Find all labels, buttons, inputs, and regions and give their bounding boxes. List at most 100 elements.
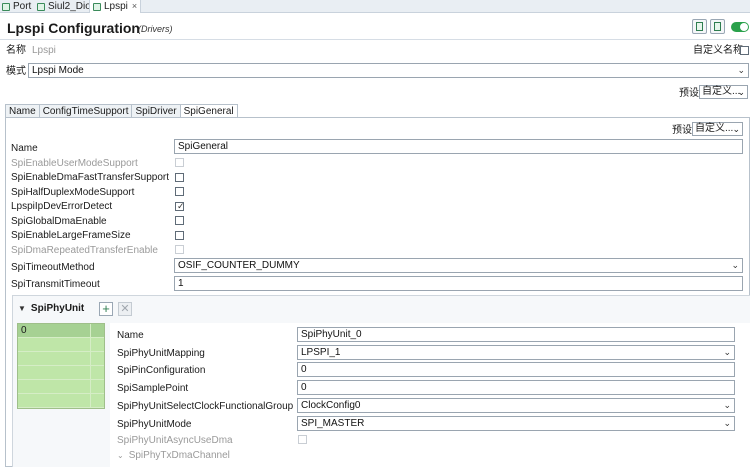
file-icon: [93, 2, 101, 11]
file-icon: [2, 2, 10, 11]
editor-tab-label: Siul2_Dio: [48, 1, 91, 12]
phy-mapping-value: LPSPI_1: [301, 347, 341, 358]
preset-select[interactable]: 自定义... ⌄: [699, 85, 748, 99]
timeout-method-label: SpiTimeoutMethod: [11, 262, 95, 273]
file-icon: [37, 2, 45, 11]
checkbox-user-mode-support: [175, 158, 184, 167]
chevron-down-icon: ⌄: [117, 451, 124, 460]
document-button[interactable]: [692, 19, 707, 34]
param-label-dma-fast-transfer: SpiEnableDmaFastTransferSupport: [11, 172, 170, 183]
section-tab-bar: Name ConfigTimeSupport SpiDriver SpiGene…: [5, 104, 238, 118]
chevron-down-icon: ⌄: [732, 124, 740, 134]
phy-sample-point-label: SpiSamplePoint: [117, 383, 189, 394]
list-item[interactable]: 0: [18, 324, 104, 338]
add-button[interactable]: +: [99, 302, 113, 316]
param-label-user-mode-support: SpiEnableUserModeSupport: [11, 158, 138, 169]
phy-unit-header[interactable]: ▼ SpiPhyUnit: [18, 303, 84, 314]
timeout-method-select[interactable]: OSIF_COUNTER_DUMMY ⌄: [174, 258, 743, 273]
list-item-empty: [18, 366, 104, 380]
mode-value: Lpspi Mode: [32, 65, 84, 76]
phy-async-dma-label: SpiPhyUnitAsyncUseDma: [117, 435, 233, 446]
phy-name-input[interactable]: SpiPhyUnit_0: [297, 327, 735, 342]
list-item-empty: [18, 352, 104, 366]
phy-mode-value: SPI_MASTER: [301, 418, 365, 429]
checkbox-dev-error-detect[interactable]: ✓: [175, 201, 185, 211]
list-divider: [90, 324, 91, 408]
checkbox-dma-repeated: [175, 245, 184, 254]
preset-value: 自定义...: [702, 86, 741, 97]
phy-mode-select[interactable]: SPI_MASTER ⌄: [297, 416, 735, 431]
checkbox-global-dma[interactable]: [175, 216, 184, 225]
plus-icon: +: [102, 301, 110, 316]
phy-name-label: Name: [117, 330, 144, 341]
phy-async-dma-checkbox: [298, 435, 307, 444]
editor-tab-label: Port: [13, 1, 32, 12]
transmit-timeout-label: SpiTransmitTimeout: [11, 279, 100, 290]
custom-name-checkbox[interactable]: [740, 46, 749, 55]
checkmark-icon: ✓: [177, 201, 185, 211]
tab-spi-general[interactable]: SpiGeneral: [179, 104, 238, 118]
editor-tab-port[interactable]: Port: [2, 0, 31, 13]
general-preset-value: 自定义...: [695, 123, 734, 134]
phy-unit-list: 0: [17, 323, 105, 409]
param-label-global-dma: SpiGlobalDmaEnable: [11, 216, 107, 227]
chevron-down-icon: ⌄: [731, 260, 739, 270]
phy-clock-group-value: ClockConfig0: [301, 400, 361, 411]
lock-button[interactable]: [710, 19, 725, 34]
phy-sample-point-input[interactable]: 0: [297, 380, 735, 395]
phy-clock-group-label: SpiPhyUnitSelectClockFunctionalGroup: [117, 401, 294, 412]
chevron-down-icon: ⌄: [723, 400, 731, 410]
phy-pin-config-input[interactable]: 0: [297, 362, 735, 377]
close-icon[interactable]: ×: [132, 0, 137, 13]
name-field: Lpspi: [28, 43, 668, 58]
remove-button: ✕: [118, 302, 132, 316]
mode-label: 模式: [6, 66, 26, 77]
list-item-empty: [18, 380, 104, 394]
phy-pin-config-label: SpiPinConfiguration: [117, 365, 206, 376]
enable-toggle[interactable]: [731, 22, 749, 32]
page-title: Lpspi Configuration: [7, 20, 140, 36]
general-preset-label: 预设: [672, 125, 692, 136]
name-label: 名称: [6, 45, 26, 56]
general-name-label: Name: [11, 143, 38, 154]
param-label-large-frame: SpiEnableLargeFrameSize: [11, 230, 131, 241]
checkbox-large-frame[interactable]: [175, 231, 184, 240]
chevron-down-icon: ⌄: [737, 87, 745, 97]
page-subtitle: (Drivers): [138, 24, 173, 34]
general-name-input[interactable]: SpiGeneral: [174, 139, 743, 154]
chevron-down-icon: ⌄: [723, 418, 731, 428]
checkbox-half-duplex[interactable]: [175, 187, 184, 196]
phy-tx-dma-group[interactable]: ⌄ SpiPhyTxDmaChannel: [117, 449, 230, 462]
header-divider: [0, 39, 750, 40]
list-item-empty: [18, 394, 104, 408]
close-icon: ✕: [120, 303, 130, 315]
param-label-dev-error-detect: LpspiIpDevErrorDetect: [11, 201, 113, 212]
custom-name-label: 自定义名称: [693, 45, 743, 56]
phy-mapping-label: SpiPhyUnitMapping: [117, 348, 205, 359]
tab-config-time-support[interactable]: ConfigTimeSupport: [38, 104, 133, 118]
phy-mapping-select[interactable]: LPSPI_1 ⌄: [297, 345, 735, 360]
editor-tab-label: Lpspi: [104, 1, 128, 12]
phy-unit-title: SpiPhyUnit: [30, 303, 85, 314]
phy-mode-label: SpiPhyUnitMode: [117, 419, 192, 430]
checkbox-dma-fast-transfer[interactable]: [175, 173, 184, 182]
tab-name[interactable]: Name: [5, 104, 40, 118]
general-preset-select[interactable]: 自定义... ⌄: [692, 122, 743, 136]
list-item-label: 0: [21, 325, 27, 336]
editor-tab-siul2-dio[interactable]: Siul2_Dio: [37, 0, 91, 13]
param-label-half-duplex: SpiHalfDuplexModeSupport: [11, 187, 135, 198]
chevron-down-icon: ⌄: [737, 65, 745, 75]
lock-icon: [714, 22, 721, 31]
timeout-method-value: OSIF_COUNTER_DUMMY: [178, 260, 300, 271]
editor-tab-bar: Port Siul2_Dio Lpspi ×: [0, 0, 750, 13]
chevron-down-icon: ⌄: [723, 347, 731, 357]
list-item-empty: [18, 338, 104, 352]
phy-tx-dma-label: SpiPhyTxDmaChannel: [128, 450, 230, 461]
mode-select[interactable]: Lpspi Mode ⌄: [28, 63, 749, 78]
phy-clock-group-select[interactable]: ClockConfig0 ⌄: [297, 398, 735, 413]
tab-spi-driver[interactable]: SpiDriver: [131, 104, 181, 118]
transmit-timeout-input[interactable]: 1: [174, 276, 743, 291]
document-icon: [696, 22, 703, 31]
editor-tab-lpspi[interactable]: Lpspi ×: [89, 0, 142, 13]
param-label-dma-repeated: SpiDmaRepeatedTransferEnable: [11, 245, 158, 256]
